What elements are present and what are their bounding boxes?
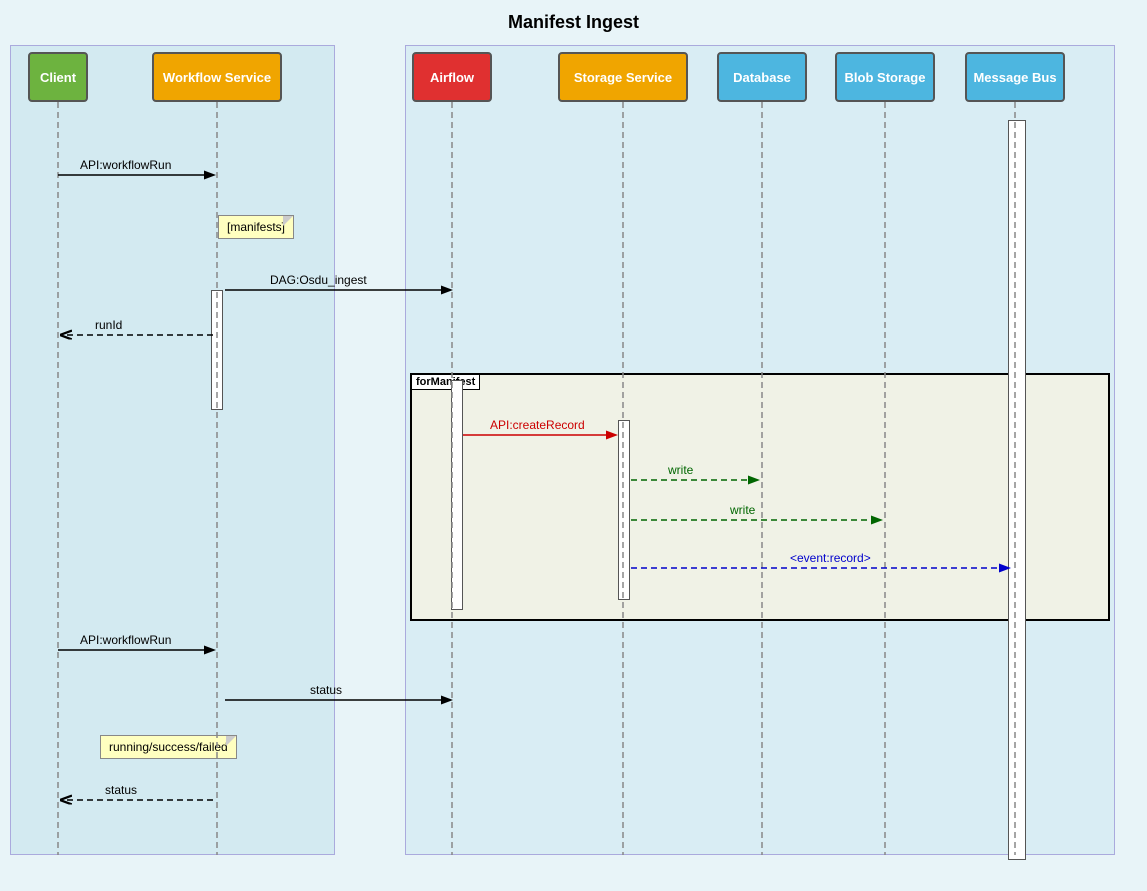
diagram-title: Manifest Ingest: [0, 0, 1147, 33]
frame-formanifest: forManifest: [410, 373, 1110, 621]
msg-label-1: API:workflowRun: [80, 158, 171, 172]
actor-airflow: Airflow: [412, 52, 492, 102]
actor-client: Client: [28, 52, 88, 102]
activation-workflow-1: [211, 290, 223, 410]
frame-label: forManifest: [411, 374, 480, 390]
msg-label-3: runId: [95, 318, 122, 332]
activation-storage-1: [618, 420, 630, 600]
actor-database: Database: [717, 52, 807, 102]
msg-label-7: <event:record>: [790, 551, 871, 565]
activation-msgbus-1: [1008, 120, 1026, 860]
left-group-panel: [10, 45, 335, 855]
activation-airflow-1: [451, 380, 463, 610]
actor-blob: Blob Storage: [835, 52, 935, 102]
msg-label-6: write: [730, 503, 755, 517]
msg-label-9: status: [310, 683, 342, 697]
diagram-container: Manifest Ingest Client Workflow Service …: [0, 0, 1147, 891]
msg-label-4: API:createRecord: [490, 418, 585, 432]
actor-msgbus: Message Bus: [965, 52, 1065, 102]
note-status: running/success/failed: [100, 735, 237, 759]
actor-workflow: Workflow Service: [152, 52, 282, 102]
msg-label-5: write: [668, 463, 693, 477]
msg-label-2: DAG:Osdu_ingest: [270, 273, 367, 287]
msg-label-10: status: [105, 783, 137, 797]
note-manifests: [manifests]: [218, 215, 294, 239]
msg-label-8: API:workflowRun: [80, 633, 171, 647]
actor-storage: Storage Service: [558, 52, 688, 102]
